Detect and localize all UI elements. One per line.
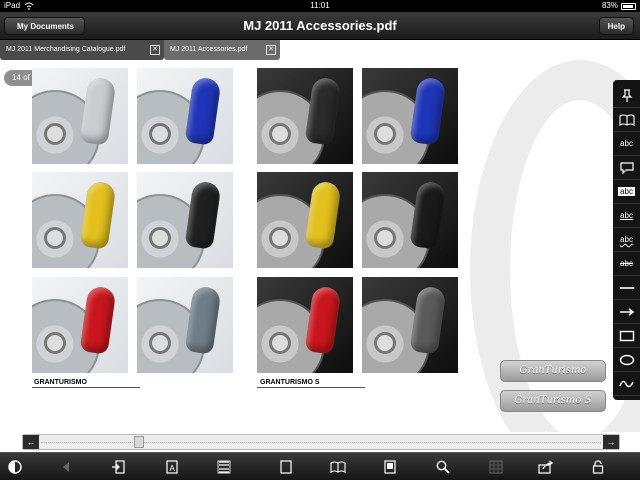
tab-label: MJ 2011 Merchandising Catalogue.pdf — [6, 46, 126, 53]
document-view[interactable]: MJ 2011 Merchandising Catalogue.pdf ✕ MJ… — [0, 40, 640, 450]
brake-caliper — [409, 76, 447, 146]
brake-caliper — [184, 285, 222, 355]
highlight-icon[interactable]: abc — [613, 180, 640, 204]
book-icon[interactable] — [613, 108, 640, 132]
granturismo-logo: GranTurismo — [500, 360, 606, 382]
brake-caliper — [79, 76, 117, 146]
caption-divider — [257, 387, 365, 388]
ellipse-icon[interactable] — [613, 348, 640, 372]
next-page-arrow-icon[interactable]: → — [603, 435, 619, 449]
brake-caliper — [304, 285, 342, 355]
pin-icon[interactable] — [613, 84, 640, 108]
brake-photo — [32, 68, 128, 164]
text-cursor-icon[interactable]: abc — [613, 132, 640, 156]
wheel-hub — [44, 123, 66, 145]
import-icon[interactable] — [108, 457, 128, 477]
brake-photo — [137, 172, 233, 268]
annotation-toolbar: abc abc abc abc abc — [613, 80, 640, 400]
navigation-bar: MJ 2011 Accessories.pdf My Documents Hel… — [0, 12, 640, 40]
grid-icon[interactable] — [486, 457, 506, 477]
tab-merchandising-catalogue[interactable]: MJ 2011 Merchandising Catalogue.pdf ✕ — [0, 40, 164, 60]
tab-label: MJ 2011 Accessories.pdf — [170, 46, 248, 53]
brake-photo — [362, 277, 458, 373]
wheel-hub — [149, 227, 171, 249]
wheel-hub — [374, 227, 396, 249]
brake-caliper — [184, 76, 222, 146]
brake-caliper — [79, 180, 117, 250]
document-tabs: MJ 2011 Merchandising Catalogue.pdf ✕ MJ… — [0, 40, 640, 62]
comment-icon[interactable] — [613, 156, 640, 180]
previous-page-arrow-icon[interactable]: ← — [23, 435, 39, 449]
scrubber-dots — [41, 442, 601, 443]
close-icon[interactable]: ✕ — [150, 45, 160, 55]
wheel-hub — [149, 332, 171, 354]
squiggly-icon[interactable]: abc — [613, 228, 640, 252]
brake-photo — [362, 172, 458, 268]
page-icon[interactable] — [276, 457, 296, 477]
caption-granturismo-s: GRANTURISMO S — [260, 379, 320, 386]
status-bar: iPad 11:01 83% — [0, 0, 640, 12]
tool-label: abc — [618, 187, 635, 196]
wheel-hub — [269, 123, 291, 145]
wheel-hub — [374, 123, 396, 145]
brake-photo — [257, 172, 353, 268]
lock-icon[interactable] — [588, 457, 608, 477]
battery-percent: 83% — [601, 1, 618, 10]
rectangle-icon[interactable] — [613, 324, 640, 348]
brake-caliper — [79, 285, 117, 355]
my-documents-button[interactable]: My Documents — [4, 17, 85, 35]
share-icon[interactable] — [536, 457, 556, 477]
wheel-hub — [44, 332, 66, 354]
document-icon[interactable] — [380, 457, 400, 477]
granturismo-s-logo: GranTurismo S — [500, 390, 606, 412]
brake-caliper — [409, 180, 447, 250]
back-arrow-icon[interactable] — [56, 457, 76, 477]
book-icon[interactable] — [328, 457, 348, 477]
tool-label: abc — [620, 139, 633, 148]
scrubber-track[interactable]: ← → — [22, 434, 620, 450]
close-icon[interactable]: ✕ — [266, 45, 276, 55]
line-icon[interactable] — [613, 276, 640, 300]
brake-caliper — [409, 285, 447, 355]
scrubber-thumb[interactable] — [134, 436, 145, 448]
brake-photo — [257, 277, 353, 373]
brake-caliper — [304, 76, 342, 146]
tool-label: abc — [620, 211, 633, 220]
brake-photo — [32, 172, 128, 268]
tool-label: abc — [620, 235, 633, 244]
wheel-hub — [44, 227, 66, 249]
wheel-hub — [269, 332, 291, 354]
wheel-hub — [269, 227, 291, 249]
tool-label: abc — [620, 259, 633, 268]
search-icon[interactable] — [433, 457, 453, 477]
underline-icon[interactable]: abc — [613, 204, 640, 228]
arrow-icon[interactable] — [613, 300, 640, 324]
color-wheel-icon[interactable] — [5, 457, 25, 477]
brake-photo — [137, 68, 233, 164]
freehand-icon[interactable] — [613, 372, 640, 396]
wheel-hub — [374, 332, 396, 354]
bottom-toolbar: A — [0, 452, 640, 480]
brake-photo — [257, 68, 353, 164]
tab-accessories[interactable]: MJ 2011 Accessories.pdf ✕ — [164, 40, 280, 60]
outline-icon[interactable] — [214, 457, 234, 477]
page-scrubber: ← → — [0, 432, 640, 452]
text-icon[interactable]: A — [162, 457, 182, 477]
brake-caliper — [304, 180, 342, 250]
battery-icon — [621, 3, 636, 10]
brake-photo — [137, 277, 233, 373]
document-title: MJ 2011 Accessories.pdf — [243, 18, 397, 33]
caption-divider — [32, 387, 140, 388]
wheel-hub — [149, 123, 171, 145]
svg-text:A: A — [169, 464, 175, 473]
brake-photo — [32, 277, 128, 373]
strikeout-icon[interactable]: abc — [613, 252, 640, 276]
brake-caliper — [184, 180, 222, 250]
caption-granturismo: GRANTURISMO — [34, 379, 87, 386]
help-button[interactable]: Help — [598, 17, 634, 35]
brake-photo — [362, 68, 458, 164]
clock: 11:01 — [310, 1, 330, 10]
